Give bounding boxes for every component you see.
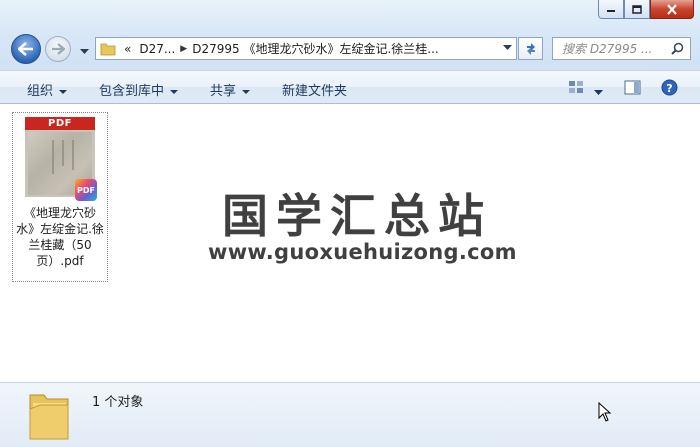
maximize-button[interactable] bbox=[624, 0, 650, 19]
help-button[interactable]: ? bbox=[661, 79, 678, 99]
details-pane: 1 个对象 bbox=[0, 382, 700, 447]
file-item[interactable]: PDF PDF 《地理龙穴砂水》左绽金记.徐兰桂藏（50页）.pdf bbox=[12, 112, 108, 282]
close-icon bbox=[667, 3, 677, 15]
change-view-button[interactable] bbox=[568, 80, 584, 97]
include-in-library-menu[interactable]: 包含到库中 bbox=[99, 80, 179, 99]
breadcrumb-current[interactable]: D27995 《地理龙穴砂水》左绽金记.徐兰桂... bbox=[192, 40, 439, 57]
item-count: 1 个对象 bbox=[92, 395, 144, 410]
refresh-button[interactable] bbox=[518, 37, 543, 60]
address-dropdown-icon[interactable] bbox=[503, 45, 512, 51]
new-folder-button[interactable]: 新建文件夹 bbox=[282, 80, 347, 99]
breadcrumb-separator-icon[interactable]: ▶ bbox=[180, 44, 187, 54]
back-arrow-icon bbox=[18, 42, 33, 56]
new-folder-label: 新建文件夹 bbox=[282, 84, 348, 99]
pdf-thumbnail: PDF PDF bbox=[25, 117, 97, 201]
view-options-dropdown[interactable] bbox=[594, 85, 603, 99]
view-options-icon bbox=[569, 81, 583, 93]
include-in-library-label: 包含到库中 bbox=[99, 84, 165, 99]
forward-arrow-icon bbox=[52, 43, 65, 55]
svg-text:?: ? bbox=[666, 82, 672, 95]
file-list-area[interactable]: PDF PDF 《地理龙穴砂水》左绽金记.徐兰桂藏（50页）.pdf 国学汇总站… bbox=[0, 104, 700, 382]
pdf-band: PDF bbox=[25, 117, 95, 130]
organize-chevron-icon bbox=[59, 89, 68, 94]
command-bar: 组织 包含到库中 共享 新建文件夹 ? bbox=[0, 70, 700, 104]
preview-pane-icon bbox=[624, 80, 641, 95]
organize-label: 组织 bbox=[27, 84, 54, 99]
explorer-window: « D27... ▶ D27995 《地理龙穴砂水》左绽金记.徐兰桂... 搜索… bbox=[0, 0, 700, 447]
chevron-down-icon bbox=[80, 49, 89, 54]
organize-menu[interactable]: 组织 bbox=[27, 80, 68, 99]
refresh-icon bbox=[526, 42, 535, 55]
search-box[interactable]: 搜索 D27995 ... bbox=[552, 37, 691, 60]
address-bar[interactable]: « D27... ▶ D27995 《地理龙穴砂水》左绽金记.徐兰桂... bbox=[95, 37, 517, 60]
mouse-cursor-icon bbox=[598, 402, 612, 422]
address-overflow[interactable]: « bbox=[124, 42, 131, 56]
share-menu[interactable]: 共享 bbox=[210, 80, 251, 99]
folder-icon-large bbox=[29, 394, 69, 440]
maximize-icon bbox=[632, 4, 642, 14]
forward-button[interactable] bbox=[45, 36, 71, 62]
file-name[interactable]: 《地理龙穴砂水》左绽金记.徐兰桂藏（50页）.pdf bbox=[15, 205, 105, 269]
search-input[interactable]: 搜索 D27995 ... bbox=[562, 40, 671, 57]
share-chevron-icon bbox=[242, 89, 251, 94]
close-button[interactable] bbox=[650, 0, 694, 19]
view-chevron-down-icon bbox=[594, 90, 603, 95]
watermark-url: www.guoxuehuizong.com bbox=[208, 240, 517, 264]
breadcrumb-parent[interactable]: D27... bbox=[139, 42, 175, 56]
minimize-button[interactable] bbox=[598, 0, 624, 19]
window-frame: « D27... ▶ D27995 《地理龙穴砂水》左绽金记.徐兰桂... 搜索… bbox=[0, 0, 700, 70]
recent-pages-dropdown[interactable] bbox=[80, 44, 89, 58]
watermark-title: 国学汇总站 bbox=[222, 189, 492, 243]
share-label: 共享 bbox=[210, 84, 237, 99]
caption-buttons bbox=[598, 0, 694, 19]
minimize-icon bbox=[607, 10, 615, 12]
back-button[interactable] bbox=[11, 34, 41, 64]
preview-pane-button[interactable] bbox=[624, 80, 641, 98]
pdf-reader-icon: PDF bbox=[75, 179, 97, 201]
search-icon[interactable] bbox=[671, 42, 684, 55]
folder-icon bbox=[100, 43, 116, 55]
help-icon: ? bbox=[661, 79, 678, 96]
library-chevron-icon bbox=[170, 89, 179, 94]
